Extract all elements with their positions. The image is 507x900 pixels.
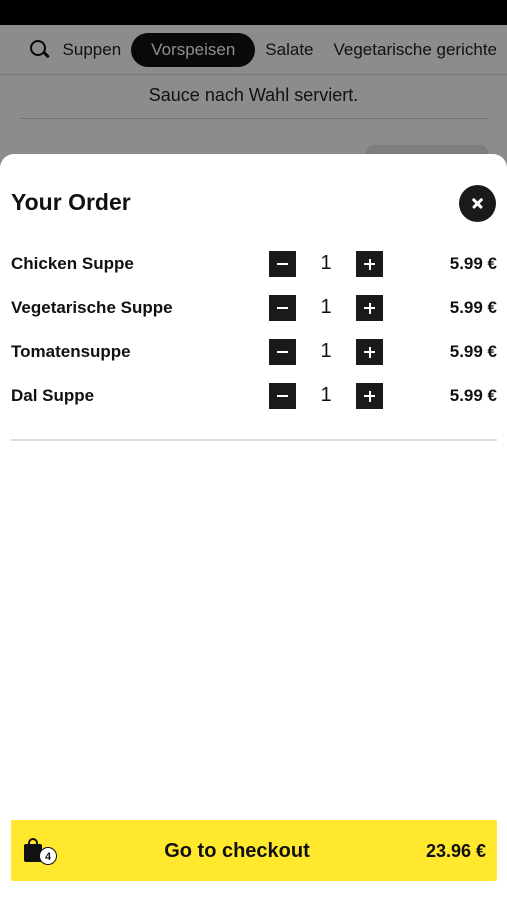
order-item: Tomatensuppe 1 5.99 € [11,330,497,374]
plus-icon[interactable] [356,339,383,365]
close-icon[interactable] [459,185,496,222]
sheet-title: Your Order [11,189,131,215]
item-name: Chicken Suppe [11,254,134,273]
order-item: Vegetarische Suppe 1 5.99 € [11,286,497,330]
quantity-value: 1 [320,384,332,406]
minus-icon[interactable] [269,295,296,321]
quantity-value: 1 [320,252,332,274]
item-name: Tomatensuppe [11,342,131,361]
quantity-value: 1 [320,340,332,362]
order-list: Chicken Suppe 1 5.99 € Vegetarische Supp… [11,242,497,441]
order-item: Dal Suppe 1 5.99 € [11,374,497,418]
order-item: Chicken Suppe 1 5.99 € [11,242,497,286]
checkout-label: Go to checkout [164,840,310,862]
plus-icon[interactable] [356,251,383,277]
quantity-value: 1 [320,296,332,318]
item-price: 5.99 € [449,254,497,273]
item-price: 5.99 € [449,298,497,317]
minus-icon[interactable] [269,383,296,409]
plus-icon[interactable] [356,383,383,409]
item-name: Dal Suppe [11,386,95,405]
minus-icon[interactable] [269,251,296,277]
order-sheet: Your Order Chicken Suppe 1 5.99 € Vegeta… [0,154,507,900]
status-bar [0,0,507,25]
checkout-button[interactable]: 4 Go to checkout 23.96 € [11,820,497,881]
item-price: 5.99 € [449,342,497,361]
minus-icon[interactable] [269,339,296,365]
plus-icon[interactable] [356,295,383,321]
item-price: 5.99 € [449,386,497,405]
checkout-total: 23.96 € [425,841,486,861]
item-name: Vegetarische Suppe [11,298,173,317]
